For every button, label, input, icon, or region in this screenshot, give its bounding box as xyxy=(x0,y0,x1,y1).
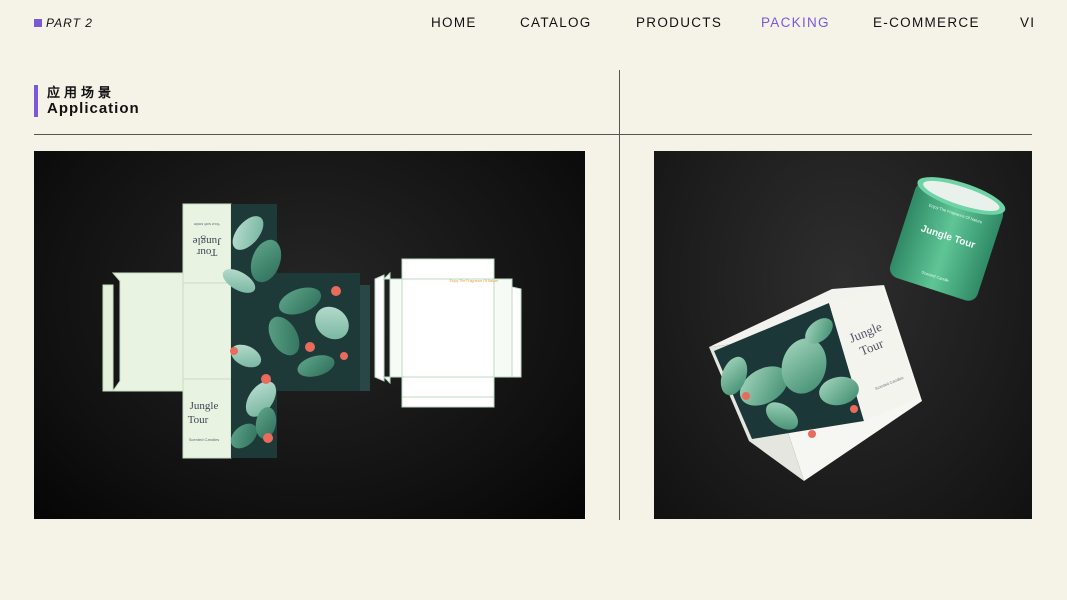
mockup-image: Jungle Tour Enjoy The Fragrance Of Natur… xyxy=(654,151,1032,519)
candle-jar: Jungle Tour Enjoy The Fragrance Of Natur… xyxy=(889,177,1006,301)
svg-text:Jungle: Jungle xyxy=(190,400,219,412)
horizontal-divider xyxy=(34,134,1032,135)
svg-text:Tour: Tour xyxy=(196,246,217,258)
svg-text:Jungle: Jungle xyxy=(193,235,222,247)
dieline-image: Jungle Tour Your soft smile Jungle Tour … xyxy=(34,151,585,519)
vertical-divider xyxy=(619,70,620,520)
nav-products[interactable]: PRODUCTS xyxy=(636,15,722,30)
nav-packing[interactable]: PACKING xyxy=(761,15,830,30)
top-nav: HOME CATALOG PRODUCTS PACKING E-COMMERCE… xyxy=(0,15,1067,33)
svg-text:Tour: Tour xyxy=(188,414,209,426)
nav-ecommerce[interactable]: E-COMMERCE xyxy=(873,15,980,30)
nav-home[interactable]: HOME xyxy=(431,15,477,30)
section-title-en: Application xyxy=(47,100,140,117)
inner-tray-dieline: Enjoy The Fragrance Of Nature xyxy=(374,258,522,408)
section-title-zh: 应用场景 xyxy=(47,85,116,100)
svg-text:Your soft smile: Your soft smile xyxy=(193,222,220,227)
svg-text:Enjoy The Fragrance Of Nature: Enjoy The Fragrance Of Nature xyxy=(450,279,499,283)
nav-catalog[interactable]: CATALOG xyxy=(520,15,592,30)
nav-vi[interactable]: VI xyxy=(1020,15,1035,30)
svg-text:Scented Candles: Scented Candles xyxy=(189,437,219,442)
section-title: 应用场景 Application xyxy=(34,85,140,117)
